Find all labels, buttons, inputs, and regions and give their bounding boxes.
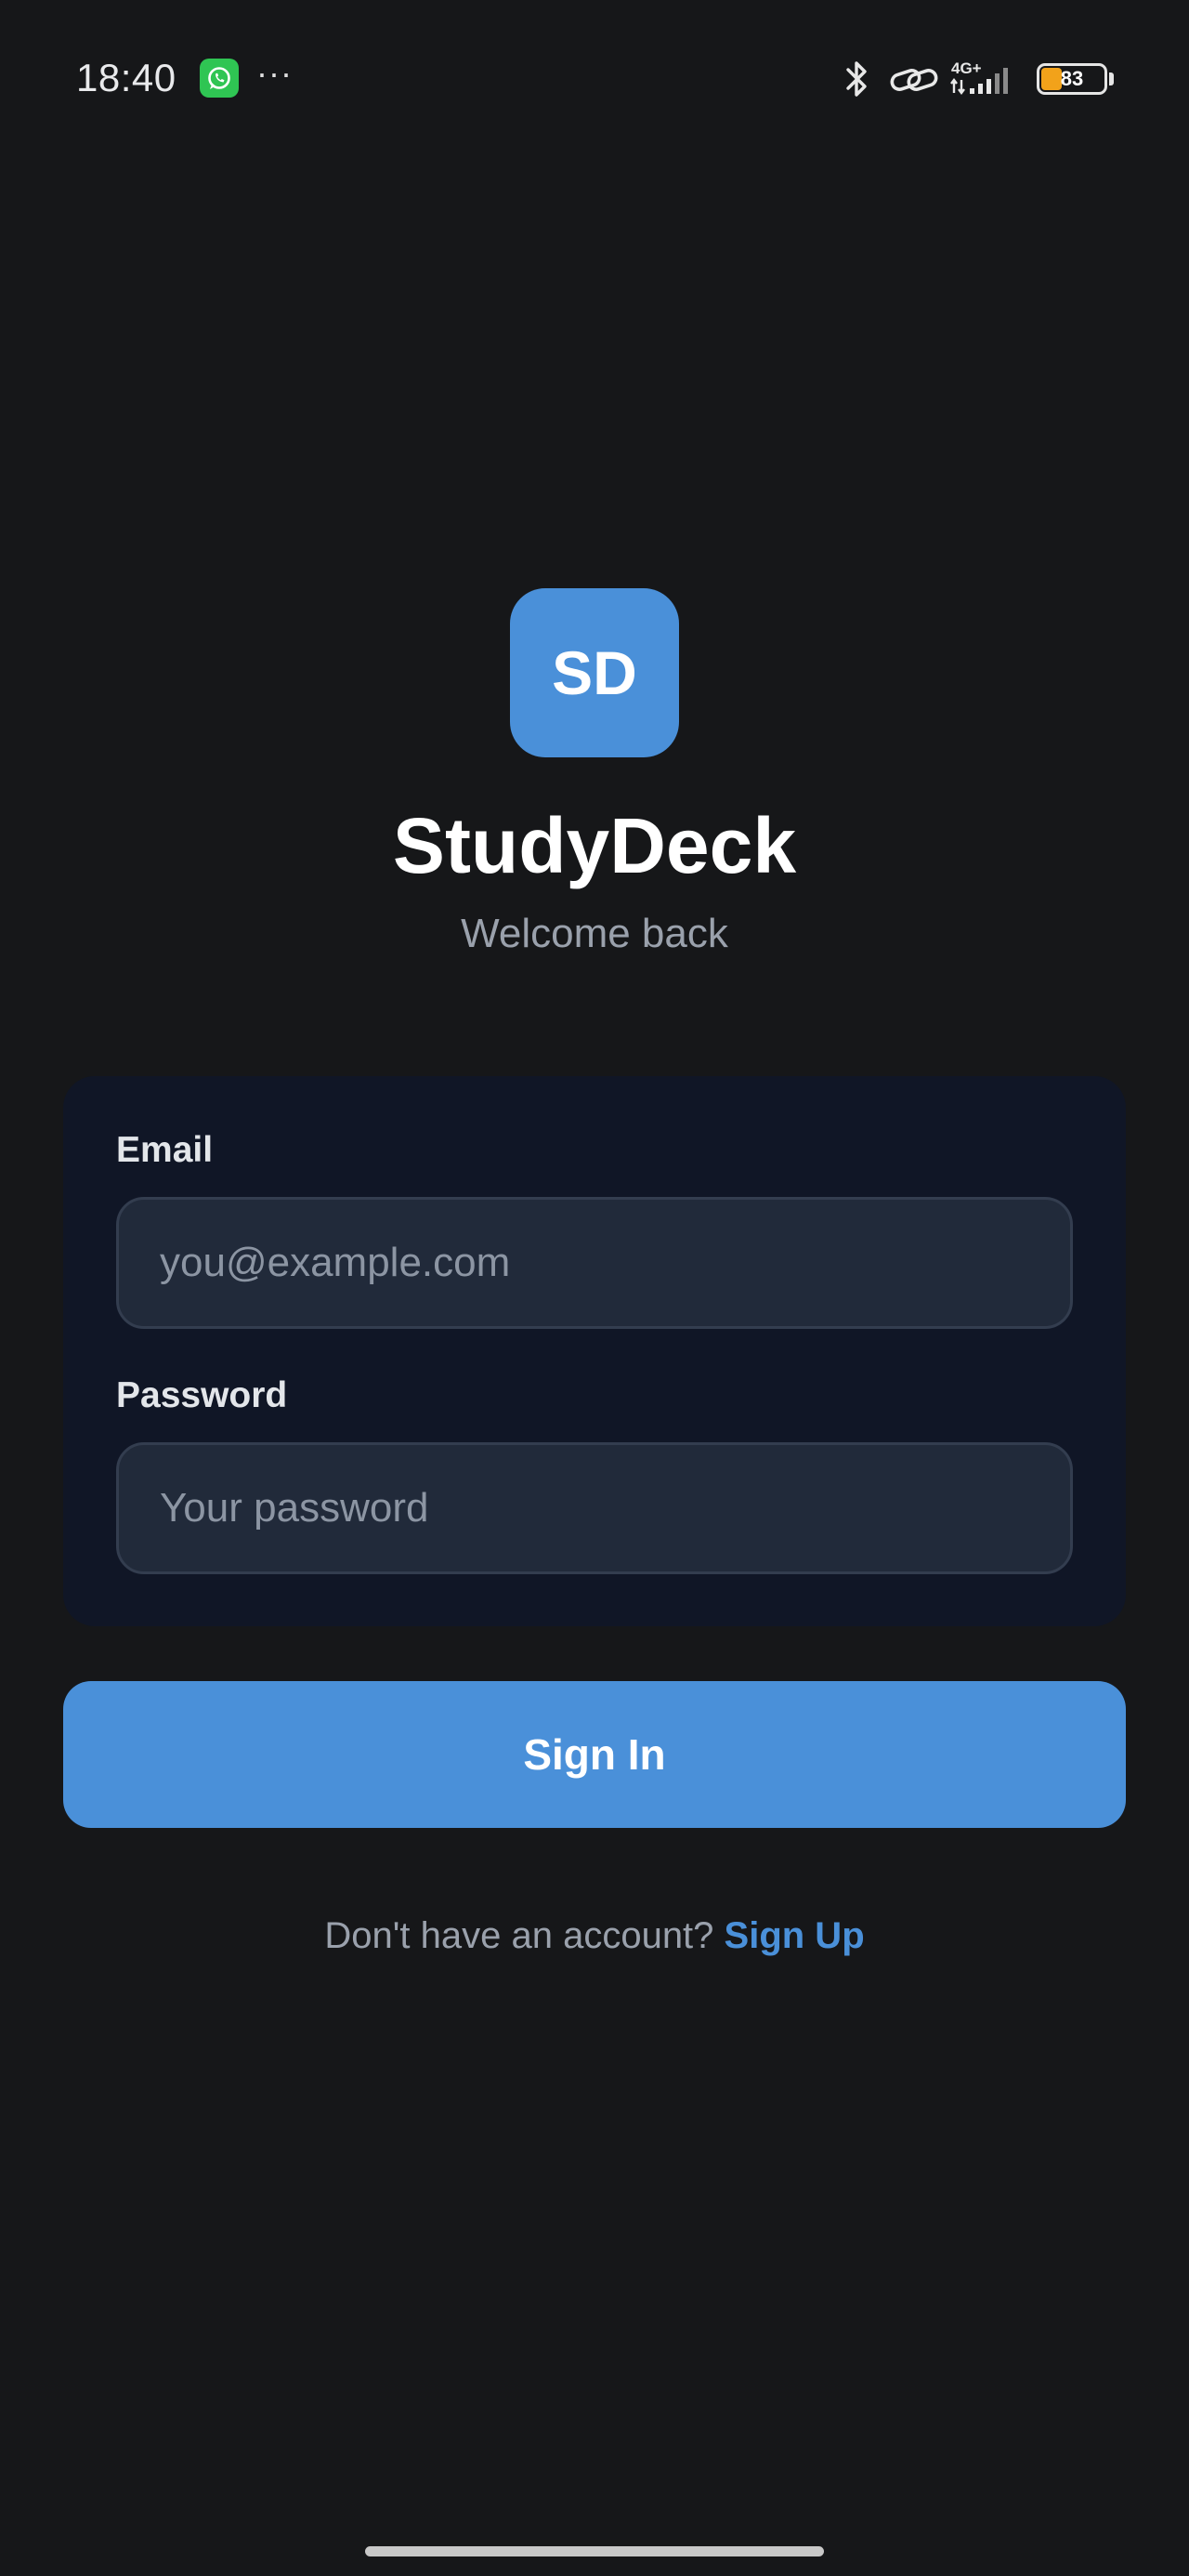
password-label: Password: [116, 1375, 288, 1415]
hotspot-link-icon: [888, 61, 940, 103]
sign-up-link[interactable]: Sign Up: [725, 1915, 865, 1956]
network-type-label: 4G+: [951, 59, 982, 77]
whatsapp-notification-icon: [200, 59, 239, 98]
status-bar: 18:40 ··· 4G+ 83: [0, 0, 1189, 158]
app-logo-initials: SD: [552, 638, 637, 707]
battery-level: 83: [1060, 67, 1084, 90]
home-indicator[interactable]: [365, 2546, 824, 2556]
app-logo: SD: [510, 588, 679, 757]
signup-prompt-row: Don't have an account? Sign Up: [0, 1915, 1189, 1957]
page-subtitle: Welcome back: [461, 911, 728, 956]
battery-cap: [1109, 72, 1114, 85]
sign-in-button[interactable]: Sign In: [63, 1681, 1126, 1828]
more-notifications-icon: ···: [256, 54, 293, 92]
page-title: StudyDeck: [392, 802, 797, 889]
battery-icon: 83: [1037, 63, 1107, 95]
status-time: 18:40: [76, 56, 176, 99]
signup-prompt-text: Don't have an account?: [324, 1915, 725, 1956]
email-field[interactable]: [116, 1197, 1073, 1329]
email-label: Email: [116, 1130, 214, 1170]
cellular-signal-icon: 4G+: [949, 58, 1024, 105]
login-form-card: Email Password: [63, 1076, 1126, 1626]
bluetooth-icon: [842, 58, 873, 105]
password-field[interactable]: [116, 1442, 1073, 1574]
